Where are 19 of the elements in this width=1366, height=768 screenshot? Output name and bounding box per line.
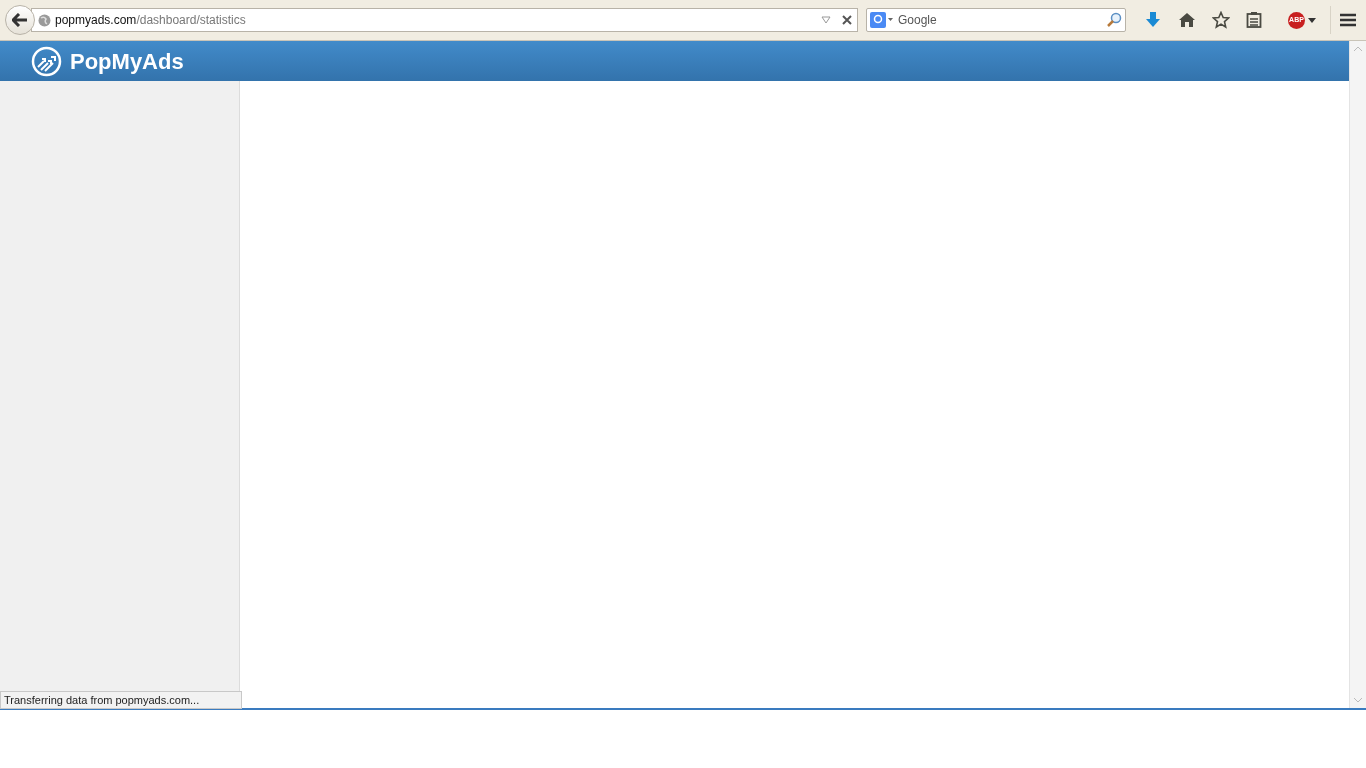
brand-name: PopMyAds bbox=[70, 47, 184, 76]
reading-list-icon bbox=[1246, 11, 1262, 29]
dropdown-icon bbox=[821, 16, 831, 24]
url-text: popmyads.com/dashboard/statistics bbox=[55, 12, 246, 29]
back-button[interactable] bbox=[5, 5, 35, 35]
address-bar[interactable]: popmyads.com/dashboard/statistics bbox=[31, 8, 858, 32]
home-icon bbox=[1178, 11, 1196, 29]
status-bar: Transferring data from popmyads.com... bbox=[0, 691, 242, 709]
download-icon bbox=[1144, 11, 1162, 29]
search-icon bbox=[1106, 12, 1122, 28]
search-input[interactable]: Google bbox=[898, 11, 1102, 29]
back-arrow-icon bbox=[12, 13, 28, 27]
search-field[interactable]: Google bbox=[866, 8, 1126, 32]
star-icon bbox=[1212, 11, 1230, 29]
menu-icon bbox=[1339, 12, 1357, 28]
close-icon bbox=[841, 14, 853, 26]
caret-icon bbox=[1308, 17, 1316, 23]
logo-icon bbox=[31, 45, 62, 77]
search-engine-icon bbox=[870, 12, 894, 28]
